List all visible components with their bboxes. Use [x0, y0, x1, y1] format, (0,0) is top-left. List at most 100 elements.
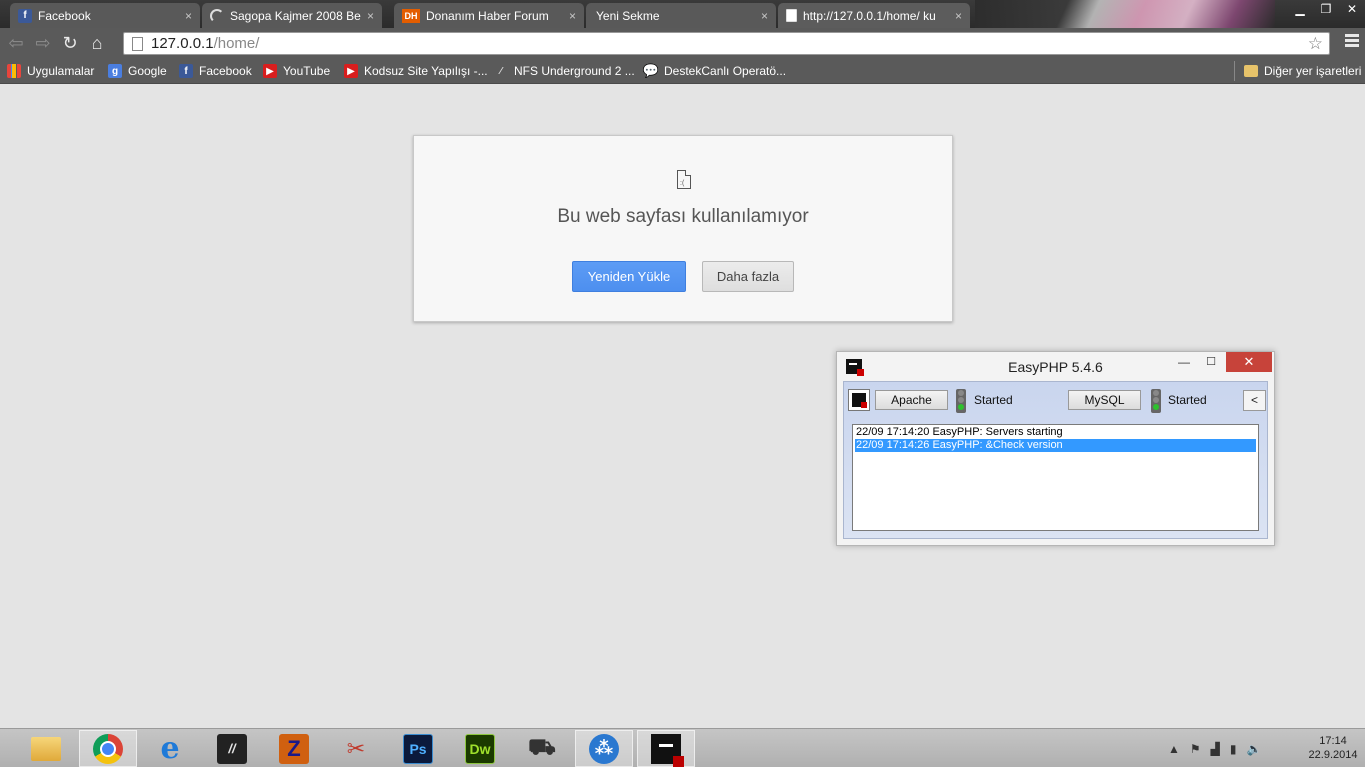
tab-close-icon[interactable]: × — [185, 9, 192, 23]
tab-facebook[interactable]: f Facebook × — [10, 3, 200, 28]
tab-title: Donanım Haber Forum — [426, 8, 549, 23]
bookmark-facebook[interactable]: f Facebook — [179, 62, 252, 80]
tab-close-icon[interactable]: × — [955, 9, 962, 23]
google-icon: g — [108, 64, 122, 78]
tab-localhost[interactable]: http://127.0.0.1/home/ ku × — [778, 3, 970, 28]
tab-title: Facebook — [38, 8, 91, 23]
facebook-icon: f — [179, 64, 193, 78]
tab-close-icon[interactable]: × — [761, 9, 768, 23]
tab-strip: f Facebook × Sagopa Kajmer 2008 Be × DH … — [0, 0, 1365, 28]
truck-game-icon: ⛟ — [528, 734, 556, 759]
battery-icon[interactable]: ▮ — [1230, 742, 1237, 756]
maximize-icon[interactable]: ☐ — [1200, 355, 1222, 373]
system-tray: ▲ ⚑ ▟ ▮ 🔈 — [1168, 729, 1261, 767]
more-button[interactable]: Daha fazla — [702, 261, 794, 292]
bookmark-google[interactable]: g Google — [108, 62, 167, 80]
file-explorer-icon — [31, 736, 61, 761]
bookmark-apps[interactable]: Uygulamalar — [7, 62, 94, 80]
taskbar: e // Z ✂ Ps Dw ⛟ ⁂ ▲ ⚑ ▟ ▮ 🔈 17:14 22.9.… — [0, 728, 1365, 767]
apps-icon — [7, 64, 21, 78]
apache-status-light-icon — [956, 389, 966, 413]
apache-status: Started — [974, 393, 1013, 407]
filezilla-icon: Z — [279, 733, 309, 764]
bookmark-other[interactable]: Diğer yer işaretleri — [1244, 62, 1361, 80]
page-icon — [786, 9, 797, 22]
donanimhaber-icon: DH — [402, 8, 420, 23]
bookmark-label: Kodsuz Site Yapılışı -... — [364, 64, 488, 78]
forward-icon[interactable]: ⇨ — [32, 32, 54, 54]
url-host: 127.0.0.1 — [151, 35, 214, 52]
window-controls: ▁ ❐ ✕ — [1287, 0, 1365, 20]
bookmarks-divider — [1234, 61, 1235, 81]
clock[interactable]: 17:14 22.9.2014 — [1303, 734, 1363, 762]
bookmark-youtube[interactable]: ▶ YouTube — [263, 62, 330, 80]
taskbar-app[interactable]: // — [203, 730, 261, 767]
collapse-button[interactable]: < — [1243, 390, 1266, 411]
easyphp-window: EasyPHP 5.4.6 — ☐ ✕ Apache Started MySQL… — [836, 351, 1275, 546]
log-line[interactable]: 22/09 17:14:20 EasyPHP: Servers starting — [855, 426, 1256, 439]
back-icon[interactable]: ⇦ — [5, 32, 27, 54]
youtube-icon: ▶ — [263, 64, 277, 78]
bookmarks-bar: Uygulamalar g Google f Facebook ▶ YouTub… — [0, 58, 1365, 84]
tab-donanim-haber[interactable]: DH Donanım Haber Forum × — [394, 3, 584, 28]
chrome-icon — [93, 733, 123, 764]
menu-icon[interactable] — [1345, 34, 1359, 50]
taskbar-filezilla[interactable]: Z — [265, 730, 323, 767]
taskbar-file-explorer[interactable] — [17, 730, 75, 767]
restore-icon[interactable]: ❐ — [1313, 0, 1339, 18]
bookmark-kodsuz[interactable]: ▶ Kodsuz Site Yapılışı -... — [344, 62, 488, 80]
reload-button[interactable]: Yeniden Yükle — [572, 261, 686, 292]
taskbar-chrome[interactable] — [79, 730, 137, 767]
bookmark-star-icon[interactable]: ☆ — [1308, 33, 1323, 54]
youtube-icon: ▶ — [344, 64, 358, 78]
bookmark-nfs[interactable]: ⁄ NFS Underground 2 ... — [494, 62, 635, 80]
bookmark-label: NFS Underground 2 ... — [514, 64, 635, 78]
clock-date: 22.9.2014 — [1308, 749, 1358, 761]
log-line[interactable]: 22/09 17:14:26 EasyPHP: &Check version — [855, 439, 1256, 452]
chat-icon: 💬 — [642, 63, 660, 78]
taskbar-easyphp[interactable] — [637, 730, 695, 767]
close-icon[interactable]: ✕ — [1339, 0, 1365, 18]
mysql-button[interactable]: MySQL — [1068, 390, 1141, 410]
bookmark-label: DestekCanlı Operatö... — [664, 64, 787, 78]
home-icon[interactable]: ⌂ — [86, 32, 108, 54]
bookmark-label: Diğer yer işaretleri — [1264, 64, 1362, 78]
minimize-icon[interactable]: ▁ — [1287, 0, 1313, 18]
nfs-icon: ⁄ — [500, 65, 502, 77]
address-url: 127.0.0.1/home/ — [151, 35, 259, 52]
taskbar-dreamweaver[interactable]: Dw — [451, 730, 509, 767]
address-bar[interactable]: 127.0.0.1/home/ ☆ — [123, 32, 1330, 55]
show-hidden-icons-icon[interactable]: ▲ — [1168, 742, 1180, 756]
taskbar-blue-app[interactable]: ⁂ — [575, 730, 633, 767]
bookmark-label: Uygulamalar — [27, 64, 95, 78]
tab-title: Sagopa Kajmer 2008 Be — [230, 8, 361, 23]
close-button[interactable]: ✕ — [1226, 352, 1272, 372]
apache-button[interactable]: Apache — [875, 390, 948, 410]
browser-theme-art — [975, 0, 1275, 28]
log-list[interactable]: 22/09 17:14:20 EasyPHP: Servers starting… — [852, 424, 1259, 531]
tab-sagopa[interactable]: Sagopa Kajmer 2008 Be × — [202, 3, 382, 28]
minimize-icon[interactable]: — — [1173, 355, 1195, 373]
action-center-flag-icon[interactable]: ⚑ — [1190, 742, 1201, 756]
taskbar-truck-game[interactable]: ⛟ — [513, 730, 571, 767]
tab-new[interactable]: Yeni Sekme × — [586, 3, 776, 28]
internet-explorer-icon: e — [160, 731, 180, 766]
bookmark-destek[interactable]: 💬 DestekCanlı Operatö... — [642, 62, 787, 80]
page-icon — [132, 36, 143, 51]
reload-icon[interactable]: ↻ — [59, 32, 81, 54]
tab-close-icon[interactable]: × — [569, 9, 576, 23]
loading-spinner-icon — [210, 8, 224, 23]
easyphp-icon — [651, 733, 684, 767]
app-icon: // — [217, 733, 247, 764]
blue-app-icon: ⁂ — [589, 733, 619, 764]
taskbar-ie[interactable]: e — [141, 730, 199, 767]
taskbar-photoshop[interactable]: Ps — [389, 730, 447, 767]
facebook-icon: f — [18, 8, 32, 23]
easyphp-titlebar[interactable]: EasyPHP 5.4.6 — ☐ ✕ — [837, 352, 1274, 382]
bookmark-label: Facebook — [199, 64, 252, 78]
network-signal-icon[interactable]: ▟ — [1211, 742, 1220, 756]
taskbar-snipping[interactable]: ✂ — [327, 730, 385, 767]
tab-close-icon[interactable]: × — [367, 9, 374, 23]
easyphp-menu-icon[interactable] — [848, 389, 870, 411]
volume-icon[interactable]: 🔈 — [1247, 742, 1262, 756]
